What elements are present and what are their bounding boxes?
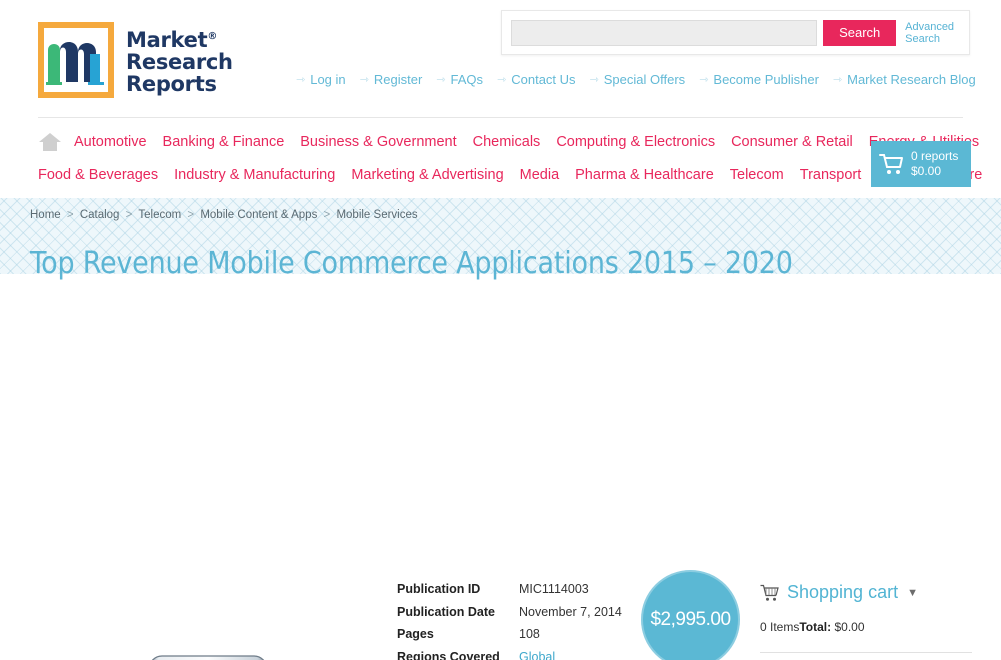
detail-row: Publication Date November 7, 2014 bbox=[397, 605, 622, 628]
topnav-item-faqs[interactable]: FAQs bbox=[451, 72, 484, 87]
page-title: Top Revenue Mobile Commerce Applications… bbox=[30, 246, 793, 282]
logo-line-3: Reports bbox=[126, 71, 217, 96]
price-badge: $2,995.00 bbox=[641, 570, 740, 660]
search-button[interactable]: Search bbox=[823, 19, 897, 46]
detail-label: Regions Covered bbox=[397, 649, 500, 660]
topnav-item-become-publisher[interactable]: Become Publisher bbox=[713, 72, 819, 87]
detail-value-pages: 108 bbox=[519, 627, 540, 642]
breadcrumb-separator: > bbox=[323, 209, 331, 221]
arrow-icon: ⇾ bbox=[699, 74, 709, 86]
arrow-icon: ⇾ bbox=[296, 74, 306, 86]
arrow-icon: ⇾ bbox=[589, 74, 599, 86]
sidebar-shopping-cart-header[interactable]: Shopping cart ▼ bbox=[760, 582, 972, 603]
breadcrumb-separator: > bbox=[187, 209, 195, 221]
detail-row: Regions Covered Global bbox=[397, 650, 622, 660]
nav-item-telecom[interactable]: Telecom bbox=[730, 167, 784, 183]
breadcrumb-item-telecom[interactable]: Telecom bbox=[138, 209, 181, 221]
detail-label: Publication ID bbox=[397, 582, 481, 596]
search-bar: Search Advanced Search bbox=[501, 10, 970, 55]
breadcrumb: Home > Catalog > Telecom > Mobile Conten… bbox=[30, 209, 418, 221]
price-amount: $2,995.00 bbox=[650, 608, 731, 630]
breadcrumb-separator: > bbox=[125, 209, 133, 221]
arrow-icon: ⇾ bbox=[436, 74, 446, 86]
shopping-cart-icon bbox=[879, 154, 903, 174]
sidebar-cart-title: Shopping cart bbox=[787, 582, 899, 602]
right-sidebar: Shopping cart ▼ 0 ItemsTotal: $0.00 Spec… bbox=[760, 582, 972, 660]
topnav-item-special-offers[interactable]: Special Offers bbox=[604, 72, 685, 87]
nav-item-food-beverages[interactable]: Food & Beverages bbox=[38, 167, 158, 183]
logo-mark-icon bbox=[38, 22, 114, 98]
detail-value-regions-covered[interactable]: Global bbox=[519, 650, 555, 660]
logo-line-1: Market bbox=[126, 27, 208, 52]
category-nav: Automotive Banking & Finance Business & … bbox=[0, 123, 1001, 198]
breadcrumb-separator: > bbox=[66, 209, 74, 221]
home-icon[interactable] bbox=[38, 131, 62, 153]
sidebar-divider bbox=[760, 652, 972, 653]
detail-value-publication-date: November 7, 2014 bbox=[519, 604, 622, 619]
nav-item-computing-electronics[interactable]: Computing & Electronics bbox=[556, 134, 715, 150]
arrow-icon: ⇾ bbox=[497, 74, 507, 86]
breadcrumb-item-mobile-content-apps[interactable]: Mobile Content & Apps bbox=[200, 209, 317, 221]
nav-item-industry-manufacturing[interactable]: Industry & Manufacturing bbox=[174, 167, 335, 183]
sidebar-cart-items-count: 0 Items bbox=[760, 620, 800, 634]
site-logo[interactable]: Market® Research Reports bbox=[38, 22, 233, 98]
site-header: Market® Research Reports Search Advanced… bbox=[0, 0, 1001, 123]
sidebar-cart-summary: 0 ItemsTotal: $0.00 bbox=[760, 620, 972, 634]
publication-details: Publication ID MIC1114003 Publication Da… bbox=[397, 582, 622, 660]
logo-registered-mark: ® bbox=[207, 30, 218, 42]
detail-label: Pages bbox=[397, 627, 434, 642]
nav-item-banking-finance[interactable]: Banking & Finance bbox=[163, 134, 285, 150]
arrow-icon: ⇾ bbox=[832, 74, 843, 86]
cart-reports-count: 0 reports bbox=[911, 149, 959, 163]
topnav-item-register[interactable]: Register bbox=[374, 72, 422, 87]
shopping-cart-icon bbox=[760, 584, 779, 601]
logo-wordmark: Market® Research Reports bbox=[126, 26, 233, 95]
top-utility-nav: ⇾ Log in ⇾ Register ⇾ FAQs ⇾ Contact Us ⇾ Spe… bbox=[296, 72, 990, 87]
topnav-item-contact-us[interactable]: Contact Us bbox=[511, 72, 575, 87]
nav-item-media[interactable]: Media bbox=[520, 167, 560, 183]
advanced-search-link[interactable]: Advanced Search bbox=[905, 21, 960, 45]
nav-item-business-government[interactable]: Business & Government bbox=[300, 134, 456, 150]
nav-item-transport[interactable]: Transport bbox=[800, 167, 862, 183]
logo-line-2: Research bbox=[126, 49, 233, 74]
nav-item-chemicals[interactable]: Chemicals bbox=[473, 134, 541, 150]
breadcrumb-item-mobile-services[interactable]: Mobile Services bbox=[336, 209, 417, 221]
sidebar-cart-total-value: $0.00 bbox=[834, 620, 865, 634]
nav-item-automotive[interactable]: Automotive bbox=[74, 134, 147, 150]
nav-item-consumer-retail[interactable]: Consumer & Retail bbox=[731, 134, 853, 150]
chevron-down-icon[interactable]: ▼ bbox=[907, 587, 918, 599]
search-input[interactable] bbox=[511, 19, 818, 46]
sidebar-cart-total-label: Total: bbox=[799, 620, 832, 634]
page-root: Market® Research Reports Search Advanced… bbox=[0, 0, 1001, 660]
category-nav-row-1: Automotive Banking & Finance Business & … bbox=[38, 123, 979, 161]
category-nav-row-2: Food & Beverages Industry & Manufacturin… bbox=[38, 161, 982, 189]
topnav-item-blog[interactable]: Market Research Blog bbox=[847, 72, 976, 87]
logo-m-glyph bbox=[46, 42, 104, 85]
topnav-item-login[interactable]: Log in bbox=[310, 72, 345, 87]
detail-row: Pages 108 bbox=[397, 627, 622, 650]
breadcrumb-item-catalog[interactable]: Catalog bbox=[80, 209, 120, 221]
cart-total-amount: $0.00 bbox=[911, 164, 942, 178]
nav-item-pharma-healthcare[interactable]: Pharma & Healthcare bbox=[575, 167, 714, 183]
breadcrumb-item-home[interactable]: Home bbox=[30, 209, 61, 221]
product-image bbox=[133, 648, 323, 660]
detail-label: Publication Date bbox=[397, 604, 495, 619]
header-cart-button[interactable]: 0 reports $0.00 bbox=[871, 141, 971, 187]
detail-row: Publication ID MIC1114003 bbox=[397, 582, 622, 605]
detail-value-publication-id: MIC1114003 bbox=[519, 582, 589, 596]
header-divider bbox=[38, 117, 963, 118]
arrow-icon: ⇾ bbox=[359, 74, 369, 86]
nav-item-marketing-advertising[interactable]: Marketing & Advertising bbox=[351, 167, 503, 183]
